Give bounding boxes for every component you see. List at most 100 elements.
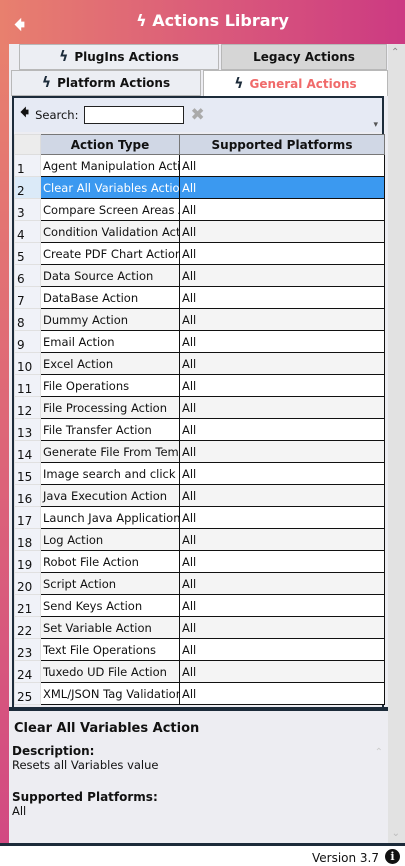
action-type-cell[interactable]: File Transfer Action [40,418,180,441]
row-number[interactable]: 2 [14,176,41,199]
table-row[interactable]: 24 Tuxedo UD File Action All [14,660,385,683]
row-number[interactable]: 11 [14,374,41,397]
supported-platforms-cell[interactable]: All [179,506,385,529]
supported-platforms-cell[interactable]: All [179,264,385,287]
column-header-action-type[interactable]: Action Type [40,134,180,155]
scroll-down-icon[interactable]: ⌄ [392,828,400,839]
table-row[interactable]: 5 Create PDF Chart Action All [14,242,385,265]
row-number[interactable]: 21 [14,594,41,617]
action-type-cell[interactable]: Dummy Action [40,308,180,331]
select-all-corner[interactable] [14,134,41,155]
row-number[interactable]: 23 [14,638,41,661]
supported-platforms-cell[interactable]: All [179,220,385,243]
row-number[interactable]: 7 [14,286,41,309]
row-number[interactable]: 18 [14,528,41,551]
row-number[interactable]: 25 [14,682,41,705]
vertical-scrollbar[interactable]: ⌃ [388,44,405,843]
supported-platforms-cell[interactable]: All [179,286,385,309]
table-row[interactable]: 9 Email Action All [14,330,385,353]
scroll-up-icon[interactable]: ⌃ [391,47,399,58]
tab-general-actions[interactable]: ϟ General Actions [203,70,388,96]
supported-platforms-cell[interactable]: All [179,396,385,419]
action-type-cell[interactable]: Tuxedo UD File Action [40,660,180,683]
tab-platform-actions[interactable]: ϟ Platform Actions [11,70,201,96]
table-row[interactable]: 6 Data Source Action All [14,264,385,287]
action-type-cell[interactable]: Robot File Action [40,550,180,573]
row-number[interactable]: 15 [14,462,41,485]
action-type-cell[interactable]: Set Variable Action [40,616,180,639]
action-type-cell[interactable]: DataBase Action [40,286,180,309]
table-row[interactable]: 7 DataBase Action All [14,286,385,309]
supported-platforms-cell[interactable]: All [179,484,385,507]
action-type-cell[interactable]: Condition Validation Action [40,220,180,243]
action-type-cell[interactable]: Java Execution Action [40,484,180,507]
scroll-up-icon[interactable]: ⌃ [375,747,383,758]
row-number[interactable]: 16 [14,484,41,507]
row-number[interactable]: 3 [14,198,41,221]
supported-platforms-cell[interactable]: All [179,440,385,463]
action-type-cell[interactable]: Excel Action [40,352,180,375]
supported-platforms-cell[interactable]: All [179,242,385,265]
column-header-supported-platforms[interactable]: Supported Platforms [179,134,385,155]
table-row[interactable]: 11 File Operations All [14,374,385,397]
clear-search-icon[interactable]: ✖ [190,105,204,125]
supported-platforms-cell[interactable]: All [179,418,385,441]
filter-icon[interactable]: ▾ [373,120,378,130]
action-type-cell[interactable]: Data Source Action [40,264,180,287]
arrow-left-icon[interactable]: 🠸 [20,100,29,130]
supported-platforms-cell[interactable]: All [179,462,385,485]
table-row[interactable]: 3Compare Screen Areas ActionAll [14,198,385,221]
supported-platforms-cell[interactable]: All [179,660,385,683]
table-row[interactable]: 12 File Processing Action All [14,396,385,419]
row-number[interactable]: 1 [14,154,41,177]
action-type-cell[interactable]: Compare Screen Areas Action [40,198,180,221]
table-row[interactable]: 14Generate File From TemplateAll [14,440,385,463]
tab-legacy-actions[interactable]: Legacy Actions [221,44,387,70]
table-row[interactable]: 22 Set Variable Action All [14,616,385,639]
table-row[interactable]: 17 Launch Java Application All [14,506,385,529]
action-type-cell[interactable]: Agent Manipulation Action [40,154,180,177]
action-type-cell[interactable]: Email Action [40,330,180,353]
supported-platforms-cell[interactable]: All [179,154,385,177]
tab-plugins-actions[interactable]: ϟ PlugIns Actions [19,44,219,70]
action-type-cell[interactable]: File Operations [40,374,180,397]
supported-platforms-cell[interactable]: All [179,572,385,595]
supported-platforms-cell[interactable]: All [179,352,385,375]
supported-platforms-cell[interactable]: All [179,308,385,331]
table-row[interactable]: 21 Send Keys Action All [14,594,385,617]
row-number[interactable]: 22 [14,616,41,639]
action-type-cell[interactable]: File Processing Action [40,396,180,419]
row-number[interactable]: 17 [14,506,41,529]
table-row[interactable]: 20 Script Action All [14,572,385,595]
supported-platforms-cell[interactable]: All [179,638,385,661]
table-row[interactable]: 10 Excel Action All [14,352,385,375]
supported-platforms-cell[interactable]: All [179,594,385,617]
info-icon[interactable]: i [385,849,400,864]
table-row[interactable]: 1Agent Manipulation ActionAll [14,154,385,177]
table-row[interactable]: 8 Dummy Action All [14,308,385,331]
supported-platforms-cell[interactable]: All [179,616,385,639]
action-type-cell[interactable]: Clear All Variables Action [40,176,180,199]
table-row[interactable]: 18 Log Action All [14,528,385,551]
action-type-cell[interactable]: Generate File From Template [40,440,180,463]
supported-platforms-cell[interactable]: All [179,528,385,551]
action-type-cell[interactable]: Create PDF Chart Action [40,242,180,265]
table-row[interactable]: 16 Java Execution Action All [14,484,385,507]
table-row[interactable]: 25 XML/JSON Tag Validation All [14,682,385,705]
row-number[interactable]: 14 [14,440,41,463]
table-row[interactable]: 2 Clear All Variables Action All [14,176,385,199]
action-type-cell[interactable]: Send Keys Action [40,594,180,617]
table-row[interactable]: 19 Robot File Action All [14,550,385,573]
row-number[interactable]: 9 [14,330,41,353]
row-number[interactable]: 8 [14,308,41,331]
table-row[interactable]: 23 Text File Operations All [14,638,385,661]
row-number[interactable]: 6 [14,264,41,287]
row-number[interactable]: 10 [14,352,41,375]
row-number[interactable]: 19 [14,550,41,573]
supported-platforms-cell[interactable]: All [179,374,385,397]
row-number[interactable]: 4 [14,220,41,243]
action-type-cell[interactable]: Text File Operations [40,638,180,661]
table-row[interactable]: 15 Image search and click on All [14,462,385,485]
action-type-cell[interactable]: Image search and click on [40,462,180,485]
action-type-cell[interactable]: Log Action [40,528,180,551]
